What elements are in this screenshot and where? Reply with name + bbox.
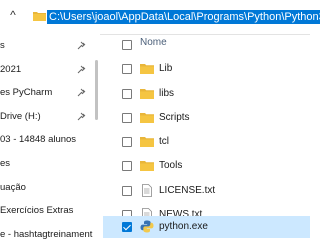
folder-icon	[140, 89, 154, 99]
nav-item-label: 2021	[0, 64, 22, 75]
item-checkbox[interactable]	[122, 161, 132, 171]
nav-item[interactable]: Drive (H:)	[0, 108, 100, 126]
pin-icon[interactable]	[77, 88, 87, 98]
list-item[interactable]: Tools	[103, 155, 310, 177]
navigation-pane: s 2021 es PyCharm Drive (H:) 03 - 14848 …	[0, 34, 100, 245]
nav-scrollbar-thumb[interactable]	[95, 60, 98, 120]
list-item[interactable]: Scripts	[103, 107, 310, 129]
item-name: Tools	[159, 160, 183, 171]
pin-icon[interactable]	[77, 41, 87, 51]
item-name: python.exe	[159, 221, 208, 232]
nav-item[interactable]: es PyCharm	[0, 84, 100, 102]
nav-item[interactable]: e - hashtagtreinament	[0, 226, 100, 244]
folder-icon	[140, 113, 154, 123]
item-name: LICENSE.txt	[159, 185, 216, 196]
text-file-icon	[142, 184, 152, 197]
list-item[interactable]: libs	[103, 83, 310, 105]
address-bar[interactable]: ^ C:\Users\joaol\AppData\Local\Programs\…	[0, 0, 320, 35]
item-name: Scripts	[159, 112, 190, 123]
folder-icon	[140, 64, 154, 74]
nav-item[interactable]: Exercícios Extras	[0, 202, 100, 220]
select-all-checkbox[interactable]	[122, 40, 132, 50]
list-item[interactable]: Lib	[103, 58, 310, 80]
folder-icon	[140, 161, 154, 171]
nav-item-label: es PyCharm	[0, 87, 53, 98]
pin-icon[interactable]	[77, 112, 87, 122]
folder-icon	[33, 12, 46, 21]
item-name: libs	[159, 88, 175, 99]
item-checkbox[interactable]	[122, 186, 132, 196]
item-checkbox[interactable]	[122, 64, 132, 74]
list-item[interactable]: tcl	[103, 131, 310, 153]
python-icon	[140, 220, 154, 233]
nav-item-label: Drive (H:)	[0, 111, 41, 122]
nav-item[interactable]: 03 - 14848 alunos	[0, 131, 100, 149]
item-checkbox-checked[interactable]	[122, 222, 132, 232]
nav-item[interactable]: s	[0, 37, 100, 55]
nav-item-label: es	[0, 158, 11, 169]
item-checkbox[interactable]	[122, 137, 132, 147]
list-item-selected[interactable]: python.exe	[103, 216, 310, 238]
nav-item[interactable]: uação	[0, 179, 100, 197]
item-checkbox[interactable]	[122, 89, 132, 99]
nav-item-label: Exercícios Extras	[0, 205, 74, 216]
file-list: Nome Lib libs Scripts tcl Tools LICENSE.…	[103, 34, 310, 245]
folder-icon	[140, 137, 154, 147]
chevron-up-icon[interactable]: ^	[6, 8, 20, 22]
pin-icon[interactable]	[77, 65, 87, 75]
nav-item[interactable]: 2021	[0, 61, 100, 79]
nav-item-label: s	[0, 40, 5, 51]
nav-item-label: 03 - 14848 alunos	[0, 134, 77, 145]
list-item[interactable]: LICENSE.txt	[103, 180, 310, 202]
nav-item-label: uação	[0, 182, 26, 193]
item-checkbox[interactable]	[122, 113, 132, 123]
address-path[interactable]: C:\Users\joaol\AppData\Local\Programs\Py…	[47, 10, 320, 24]
nav-item[interactable]: es	[0, 155, 100, 173]
item-name: tcl	[159, 136, 169, 147]
column-header-row: Nome	[103, 34, 310, 56]
nav-item-label: e - hashtagtreinament	[0, 229, 93, 240]
column-header-name[interactable]: Nome	[140, 37, 167, 48]
item-name: Lib	[159, 63, 173, 74]
